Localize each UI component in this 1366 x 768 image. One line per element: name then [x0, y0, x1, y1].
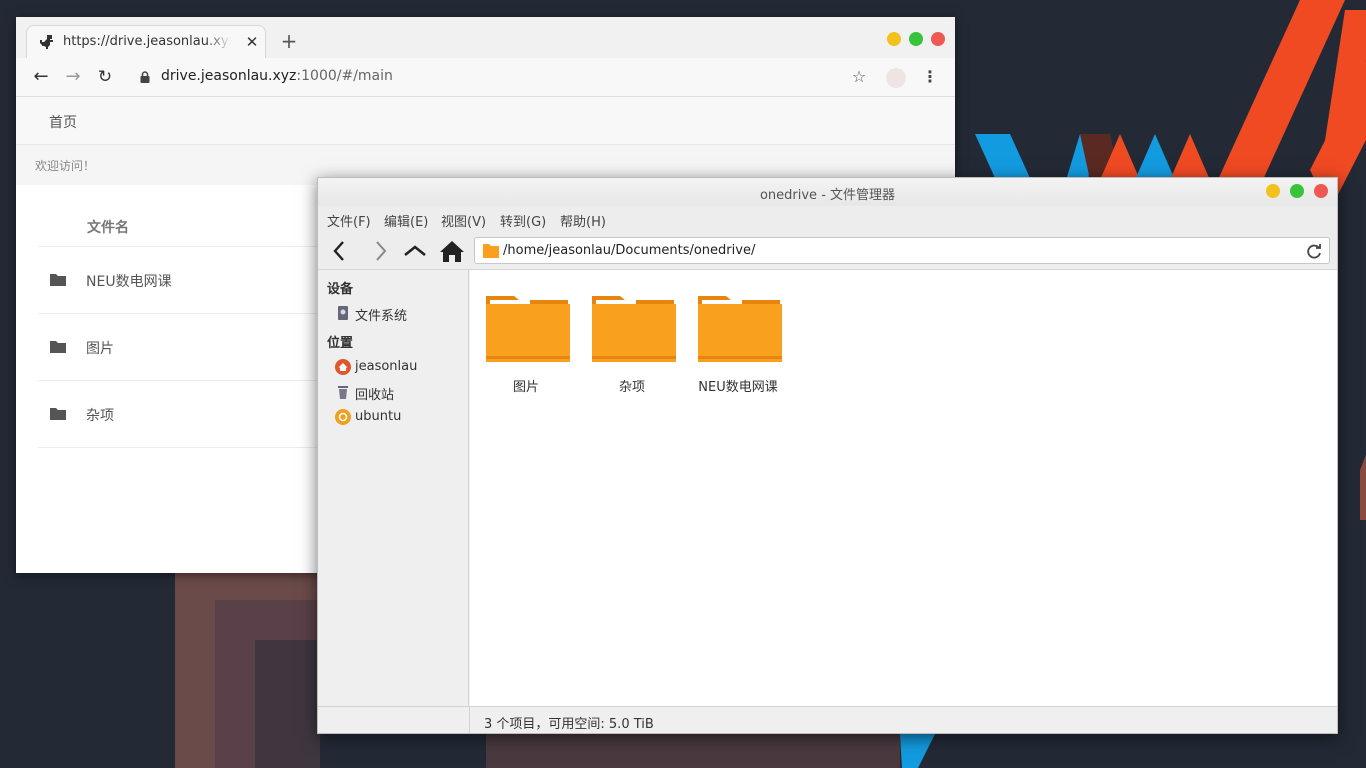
more-menu-icon[interactable]: ⋮	[922, 66, 938, 88]
file-manager-window: onedrive - 文件管理器 文件(F) 编辑(E) 视图(V) 转到(G)…	[317, 177, 1338, 734]
location-toolbar: /home/jeasonlau/Documents/onedrive/	[318, 232, 1337, 270]
profile-avatar[interactable]	[886, 68, 906, 88]
sidebar-item-label: ubuntu	[355, 409, 402, 424]
forward-arrow-icon[interactable]: →	[62, 66, 84, 88]
lock-icon	[140, 71, 150, 83]
window-title: onedrive - 文件管理器	[759, 188, 896, 203]
ubuntu-icon	[335, 409, 351, 425]
status-bar: 3 个项目，可用空间: 5.0 TiB	[470, 706, 1337, 733]
browser-toolbar: ← → ↻ drive.jeasonlau.xyz:1000/#/main ☆ …	[16, 58, 955, 97]
minimize-button[interactable]	[1266, 184, 1280, 198]
home-folder-button[interactable]	[438, 238, 466, 264]
folder-icon	[486, 296, 570, 362]
maximize-button[interactable]	[909, 32, 923, 46]
address-path: :1000/#/main	[296, 68, 393, 84]
folder-icon	[698, 296, 782, 362]
folder-icon	[50, 274, 66, 286]
menu-help[interactable]: 帮助(H)	[560, 211, 606, 230]
sidebar-item-label: jeasonlau	[355, 359, 418, 374]
drive-icon	[338, 306, 348, 320]
status-bar-sidebar-part	[318, 706, 470, 733]
folder-item[interactable]: 杂项	[582, 290, 682, 400]
address-host: drive.jeasonlau.xyz	[161, 68, 297, 84]
sidebar-item-label: 回收站	[355, 388, 395, 403]
tab-title: https://drive.jeasonlau.xyz:1000/#/main	[63, 34, 231, 49]
folder-item[interactable]: 图片	[476, 290, 576, 400]
file-view: 图片 杂项 NEU数电网课	[470, 270, 1337, 706]
nav-home-link[interactable]: 首页	[49, 112, 77, 132]
window-titlebar[interactable]: onedrive - 文件管理器	[318, 178, 1337, 206]
path-text: /home/jeasonlau/Documents/onedrive/	[503, 243, 756, 258]
row-filename[interactable]: 杂项	[86, 405, 114, 425]
menu-edit[interactable]: 编辑(E)	[384, 211, 428, 230]
folder-item[interactable]: NEU数电网课	[688, 290, 788, 400]
trash-icon	[338, 386, 348, 399]
row-filename[interactable]: NEU数电网课	[86, 271, 172, 291]
folder-icon	[592, 296, 676, 362]
sidebar-item-label: 文件系统	[355, 309, 408, 324]
menu-file[interactable]: 文件(F)	[327, 211, 371, 230]
folder-icon	[50, 408, 66, 420]
menu-bar: 文件(F) 编辑(E) 视图(V) 转到(G) 帮助(H)	[318, 206, 1337, 232]
chevron-left-icon	[333, 241, 344, 261]
folder-icon	[50, 341, 66, 353]
refresh-icon[interactable]	[1305, 242, 1323, 260]
reload-icon[interactable]: ↻	[94, 66, 116, 88]
back-arrow-icon[interactable]: ←	[30, 66, 52, 88]
folder-name: 图片	[512, 380, 539, 395]
forward-button[interactable]	[366, 238, 394, 264]
bookmark-star-icon[interactable]: ☆	[848, 66, 870, 88]
folder-name: NEU数电网课	[698, 380, 778, 395]
dino-icon	[40, 35, 53, 49]
sidebar-heading-places: 位置	[327, 336, 354, 351]
status-text: 3 个项目，可用空间: 5.0 TiB	[484, 717, 654, 732]
chevron-right-icon	[376, 241, 387, 261]
row-filename[interactable]: 图片	[86, 338, 114, 358]
close-window-button[interactable]	[931, 32, 945, 46]
menu-go[interactable]: 转到(G)	[500, 211, 546, 230]
address-bar[interactable]: drive.jeasonlau.xyz:1000/#/main	[161, 68, 393, 84]
folder-name: 杂项	[618, 380, 645, 395]
new-tab-button[interactable]: +	[278, 30, 300, 52]
folder-icon	[483, 244, 499, 258]
minimize-button[interactable]	[887, 32, 901, 46]
column-header-filename: 文件名	[87, 220, 129, 236]
close-tab-icon[interactable]: ✕	[243, 33, 261, 51]
tab-strip: https://drive.jeasonlau.xyz:1000/#/main …	[16, 17, 955, 58]
maximize-button[interactable]	[1290, 184, 1304, 198]
sidebar: 设备 文件系统 位置 jeasonlau 回收站 ubuntu	[318, 270, 469, 706]
menu-view[interactable]: 视图(V)	[441, 211, 486, 230]
path-input[interactable]: /home/jeasonlau/Documents/onedrive/	[474, 237, 1330, 264]
close-window-button[interactable]	[1314, 184, 1328, 198]
chevron-up-icon	[404, 245, 426, 257]
back-button[interactable]	[326, 238, 354, 264]
sidebar-heading-devices: 设备	[327, 282, 354, 297]
welcome-text: 欢迎访问！	[35, 159, 96, 173]
parent-folder-button[interactable]	[401, 238, 429, 264]
home-icon	[440, 241, 464, 262]
browser-tab[interactable]: https://drive.jeasonlau.xyz:1000/#/main …	[26, 25, 266, 58]
site-navbar: 首页	[16, 97, 955, 145]
home-icon	[335, 359, 351, 375]
